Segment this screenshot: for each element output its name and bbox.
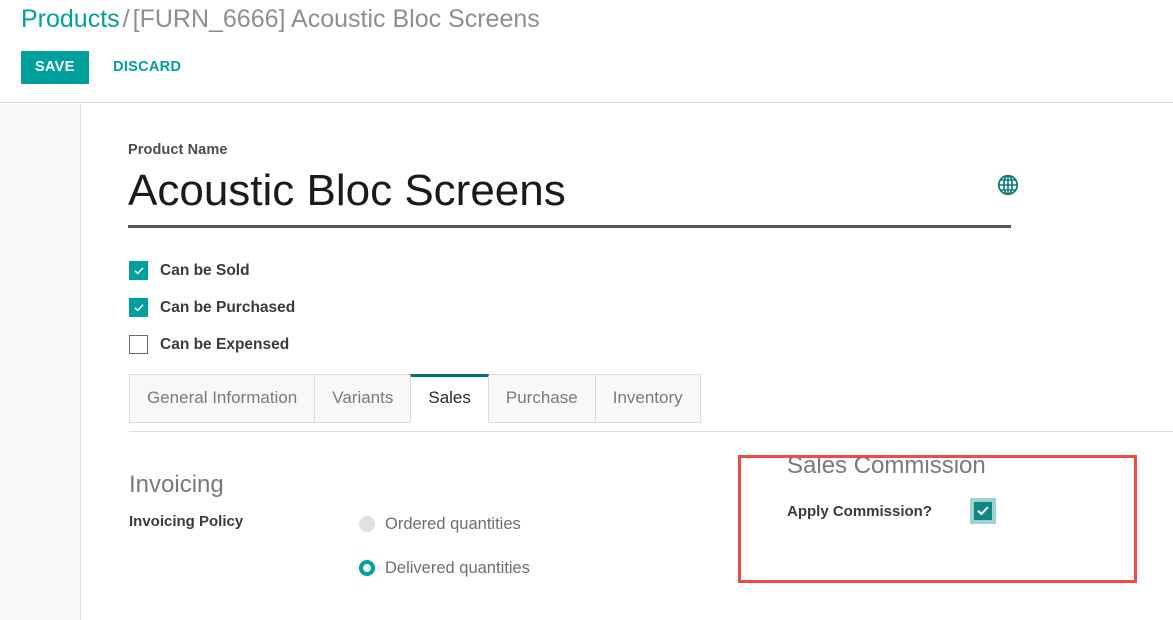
product-name-label: Product Name: [128, 142, 228, 158]
checkbox-row-can-be-purchased[interactable]: Can be Purchased: [129, 289, 295, 326]
breadcrumb-products-link[interactable]: Products: [21, 5, 120, 33]
delivered-quantities-label: Delivered quantities: [385, 558, 530, 577]
save-button[interactable]: SAVE: [21, 51, 89, 84]
checkbox-row-can-be-sold[interactable]: Can be Sold: [129, 252, 295, 289]
invoicing-policy-field: Invoicing Policy Ordered quantities Deli…: [129, 513, 599, 579]
breadcrumb: Products / [FURN_6666] Acoustic Bloc Scree…: [21, 3, 540, 36]
product-title-block: Product Name Acoustic Bloc Screens: [128, 142, 1058, 228]
invoicing-group: Invoicing Invoicing Policy Ordered quant…: [129, 470, 599, 579]
radio-row-ordered-quantities[interactable]: Ordered quantities: [359, 513, 530, 535]
checkbox-row-can-be-expensed[interactable]: Can be Expensed: [129, 326, 295, 363]
sales-commission-group-title: Sales Commission: [787, 452, 986, 479]
product-name-input[interactable]: Acoustic Bloc Screens: [128, 163, 1058, 219]
invoicing-policy-radio-group: Ordered quantities Delivered quantities: [359, 513, 530, 579]
apply-commission-checkbox-box: [974, 502, 992, 520]
notebook-tabs: General Information Variants Sales Purch…: [129, 374, 1173, 423]
invoicing-policy-label: Invoicing Policy: [129, 513, 244, 530]
control-panel: Products / [FURN_6666] Acoustic Bloc Scree…: [0, 0, 1173, 103]
record-actions: SAVE DISCARD: [21, 51, 193, 84]
ordered-quantities-label: Ordered quantities: [385, 514, 521, 533]
notebook-rule: [129, 431, 1173, 432]
tab-purchase[interactable]: Purchase: [487, 374, 596, 423]
product-name-underline: [128, 225, 1011, 228]
invoicing-group-title: Invoicing: [129, 471, 224, 498]
can-be-sold-label: Can be Sold: [160, 261, 250, 279]
sales-commission-group: Sales Commission Apply Commission?: [787, 451, 1173, 524]
delivered-quantities-radio[interactable]: [359, 560, 375, 576]
tab-inventory[interactable]: Inventory: [594, 374, 701, 423]
ordered-quantities-radio[interactable]: [359, 516, 375, 532]
apply-commission-label: Apply Commission?: [787, 502, 933, 520]
can-be-purchased-label: Can be Purchased: [160, 298, 296, 316]
product-flags-group: Can be Sold Can be Purchased Can be Expe…: [129, 252, 295, 363]
breadcrumb-current-record: [FURN_6666] Acoustic Bloc Screens: [132, 5, 540, 33]
form-sheet: Product Name Acoustic Bloc Screens Can b…: [80, 104, 1173, 620]
notebook: General Information Variants Sales Purch…: [129, 374, 1173, 577]
odoo-product-form-page: Products / [FURN_6666] Acoustic Bloc Scree…: [0, 0, 1173, 620]
discard-button[interactable]: DISCARD: [101, 51, 193, 84]
can-be-purchased-checkbox[interactable]: [129, 298, 148, 317]
tab-variants[interactable]: Variants: [314, 374, 412, 423]
can-be-expensed-checkbox[interactable]: [129, 335, 148, 354]
radio-row-delivered-quantities[interactable]: Delivered quantities: [359, 557, 530, 579]
apply-commission-field: Apply Commission?: [787, 498, 1173, 524]
breadcrumb-separator: /: [122, 5, 130, 33]
tab-general-information[interactable]: General Information: [129, 374, 316, 423]
tab-sales[interactable]: Sales: [410, 374, 489, 423]
apply-commission-checkbox[interactable]: [970, 498, 996, 524]
globe-icon[interactable]: [997, 174, 1019, 196]
can-be-sold-checkbox[interactable]: [129, 261, 148, 280]
can-be-expensed-label: Can be Expensed: [160, 335, 290, 353]
